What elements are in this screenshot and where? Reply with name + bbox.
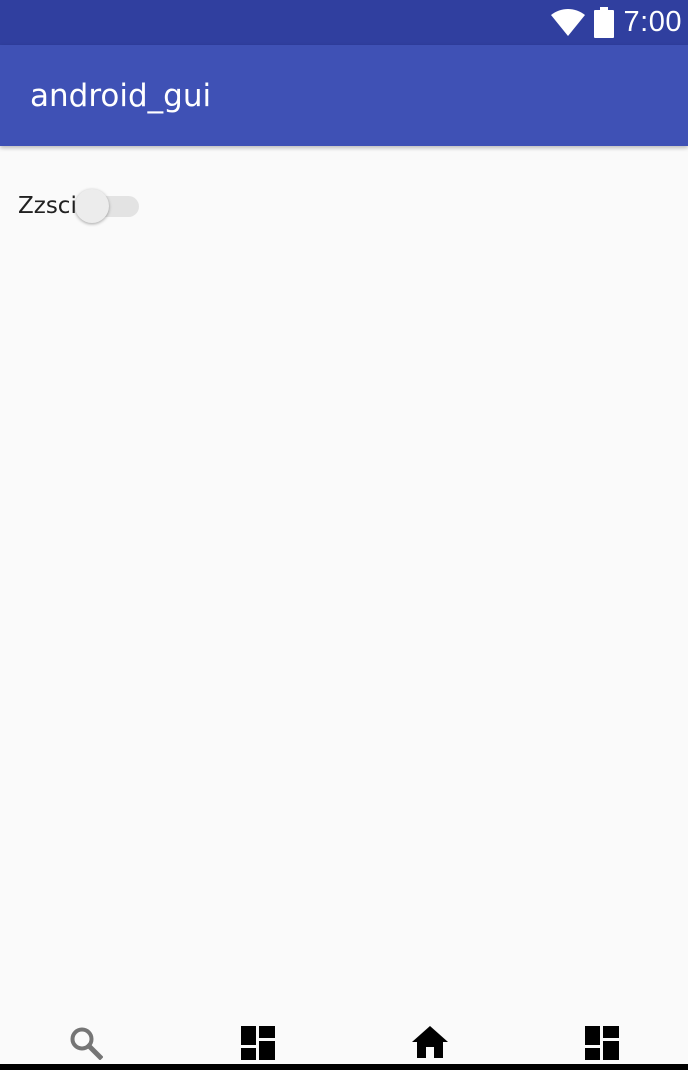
toggle-switch[interactable] [74, 189, 141, 223]
dashboard-icon [585, 1026, 619, 1064]
main-content: Zzsci [0, 146, 688, 1036]
nav-item-search[interactable] [0, 1014, 172, 1064]
switch-row[interactable]: Zzsci [18, 189, 141, 223]
app-bar: android_gui [0, 45, 688, 146]
search-icon [69, 1026, 104, 1064]
status-bar: 7:00 [0, 0, 688, 45]
nav-item-dashboard[interactable] [172, 1014, 344, 1064]
switch-thumb[interactable] [74, 189, 109, 223]
nav-item-home[interactable] [344, 1014, 516, 1064]
home-icon [412, 1026, 448, 1062]
dashboard-icon [241, 1026, 275, 1064]
battery-icon [593, 7, 614, 38]
status-time: 7:00 [623, 6, 682, 38]
bottom-navigation [0, 1014, 688, 1064]
app-title: android_gui [30, 77, 212, 114]
wifi-icon [550, 8, 586, 37]
nav-item-dashboard-2[interactable] [516, 1014, 688, 1064]
switch-label: Zzsci [18, 193, 77, 219]
bottom-edge [0, 1064, 688, 1070]
